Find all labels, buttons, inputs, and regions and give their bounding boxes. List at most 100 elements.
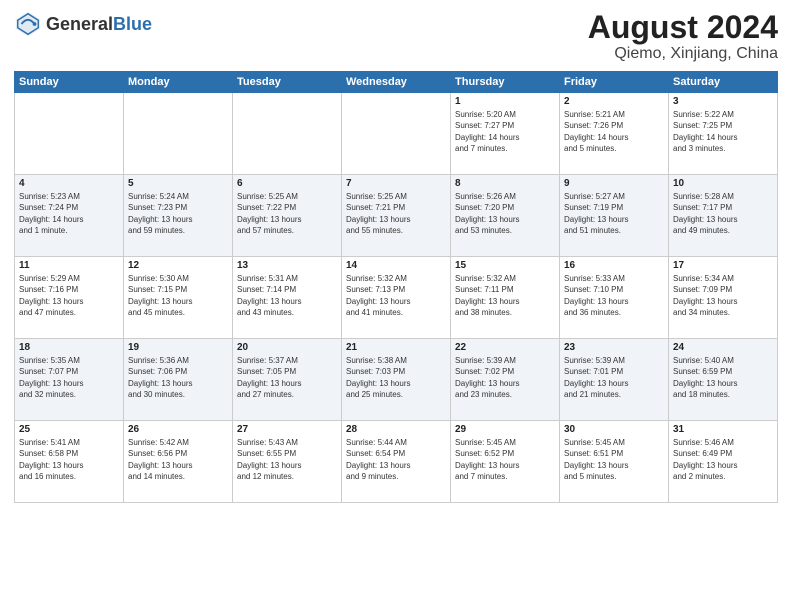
day-info: Sunrise: 5:38 AM Sunset: 7:03 PM Dayligh… [346, 355, 446, 400]
day-info: Sunrise: 5:46 AM Sunset: 6:49 PM Dayligh… [673, 437, 773, 482]
calendar-cell: 19 Sunrise: 5:36 AM Sunset: 7:06 PM Dayli… [124, 339, 233, 421]
day-number: 25 [19, 424, 119, 435]
day-number: 19 [128, 342, 228, 353]
day-number: 23 [564, 342, 664, 353]
calendar-cell: 5Sunrise: 5:24 AM Sunset: 7:23 PM Daylig… [124, 175, 233, 257]
week-row-3: 11 Sunrise: 5:29 AM Sunset: 7:16 PM Dayli… [15, 257, 778, 339]
day-number: 31 [673, 424, 773, 435]
day-info: Sunrise: 5:40 AM Sunset: 6:59 PM Dayligh… [673, 355, 773, 400]
calendar-cell: 30 Sunrise: 5:45 AM Sunset: 6:51 PM Dayli… [560, 421, 669, 503]
calendar-cell: 31 Sunrise: 5:46 AM Sunset: 6:49 PM Dayli… [669, 421, 778, 503]
day-info: Sunrise: 5:39 AM Sunset: 7:01 PM Dayligh… [564, 355, 664, 400]
day-info: Sunrise: 5:41 AM Sunset: 6:58 PM Dayligh… [19, 437, 119, 482]
calendar-cell: 15Sunrise: 5:32 AM Sunset: 7:11 PM Dayli… [451, 257, 560, 339]
day-number: 14 [346, 260, 446, 271]
calendar-cell: 18 Sunrise: 5:35 AM Sunset: 7:07 PM Dayli… [15, 339, 124, 421]
col-friday: Friday [560, 72, 669, 93]
week-row-2: 4 Sunrise: 5:23 AM Sunset: 7:24 PM Daylig… [15, 175, 778, 257]
week-row-1: 1Sunrise: 5:20 AM Sunset: 7:27 PM Daylig… [15, 93, 778, 175]
day-info: Sunrise: 5:33 AM Sunset: 7:10 PM Dayligh… [564, 273, 664, 318]
calendar-cell [342, 93, 451, 175]
logo-icon [14, 10, 42, 38]
week-row-5: 25 Sunrise: 5:41 AM Sunset: 6:58 PM Dayli… [15, 421, 778, 503]
day-info: Sunrise: 5:45 AM Sunset: 6:51 PM Dayligh… [564, 437, 664, 482]
day-number: 1 [455, 96, 555, 107]
calendar-cell: 24 Sunrise: 5:40 AM Sunset: 6:59 PM Dayli… [669, 339, 778, 421]
calendar-cell: 14 Sunrise: 5:32 AM Sunset: 7:13 PM Dayli… [342, 257, 451, 339]
day-info: Sunrise: 5:28 AM Sunset: 7:17 PM Dayligh… [673, 191, 773, 236]
day-number: 22 [455, 342, 555, 353]
day-info: Sunrise: 5:23 AM Sunset: 7:24 PM Dayligh… [19, 191, 119, 236]
day-info: Sunrise: 5:22 AM Sunset: 7:25 PM Dayligh… [673, 109, 773, 154]
header-row: Sunday Monday Tuesday Wednesday Thursday… [15, 72, 778, 93]
col-tuesday: Tuesday [233, 72, 342, 93]
calendar-cell: 3 Sunrise: 5:22 AM Sunset: 7:25 PM Daylig… [669, 93, 778, 175]
col-thursday: Thursday [451, 72, 560, 93]
calendar-cell: 1Sunrise: 5:20 AM Sunset: 7:27 PM Daylig… [451, 93, 560, 175]
day-number: 4 [19, 178, 119, 189]
day-info: Sunrise: 5:43 AM Sunset: 6:55 PM Dayligh… [237, 437, 337, 482]
logo-blue: Blue [113, 14, 152, 34]
calendar-cell: 23 Sunrise: 5:39 AM Sunset: 7:01 PM Dayli… [560, 339, 669, 421]
title-block: August 2024 Qiemo, Xinjiang, China [588, 10, 778, 63]
day-info: Sunrise: 5:45 AM Sunset: 6:52 PM Dayligh… [455, 437, 555, 482]
day-info: Sunrise: 5:44 AM Sunset: 6:54 PM Dayligh… [346, 437, 446, 482]
day-info: Sunrise: 5:37 AM Sunset: 7:05 PM Dayligh… [237, 355, 337, 400]
calendar-table: Sunday Monday Tuesday Wednesday Thursday… [14, 71, 778, 503]
day-number: 27 [237, 424, 337, 435]
calendar-cell: 2 Sunrise: 5:21 AM Sunset: 7:26 PM Daylig… [560, 93, 669, 175]
calendar-cell: 12 Sunrise: 5:30 AM Sunset: 7:15 PM Dayli… [124, 257, 233, 339]
week-row-4: 18 Sunrise: 5:35 AM Sunset: 7:07 PM Dayli… [15, 339, 778, 421]
calendar-cell: 22Sunrise: 5:39 AM Sunset: 7:02 PM Dayli… [451, 339, 560, 421]
calendar-cell: 9 Sunrise: 5:27 AM Sunset: 7:19 PM Daylig… [560, 175, 669, 257]
col-wednesday: Wednesday [342, 72, 451, 93]
day-info: Sunrise: 5:31 AM Sunset: 7:14 PM Dayligh… [237, 273, 337, 318]
day-number: 9 [564, 178, 664, 189]
day-number: 10 [673, 178, 773, 189]
calendar-cell: 27 Sunrise: 5:43 AM Sunset: 6:55 PM Dayli… [233, 421, 342, 503]
logo-general: General [46, 14, 113, 34]
day-info: Sunrise: 5:36 AM Sunset: 7:06 PM Dayligh… [128, 355, 228, 400]
day-info: Sunrise: 5:21 AM Sunset: 7:26 PM Dayligh… [564, 109, 664, 154]
page: GeneralBlue August 2024 Qiemo, Xinjiang,… [0, 0, 792, 612]
calendar-cell [124, 93, 233, 175]
day-info: Sunrise: 5:42 AM Sunset: 6:56 PM Dayligh… [128, 437, 228, 482]
calendar-cell [15, 93, 124, 175]
day-number: 30 [564, 424, 664, 435]
day-number: 29 [455, 424, 555, 435]
calendar-cell: 8 Sunrise: 5:26 AM Sunset: 7:20 PM Daylig… [451, 175, 560, 257]
day-number: 26 [128, 424, 228, 435]
page-subtitle: Qiemo, Xinjiang, China [588, 45, 778, 63]
col-sunday: Sunday [15, 72, 124, 93]
calendar-cell: 21 Sunrise: 5:38 AM Sunset: 7:03 PM Dayli… [342, 339, 451, 421]
logo: GeneralBlue [14, 10, 152, 38]
day-number: 21 [346, 342, 446, 353]
day-number: 7 [346, 178, 446, 189]
col-monday: Monday [124, 72, 233, 93]
day-info: Sunrise: 5:34 AM Sunset: 7:09 PM Dayligh… [673, 273, 773, 318]
day-number: 3 [673, 96, 773, 107]
day-number: 20 [237, 342, 337, 353]
day-info: Sunrise: 5:32 AM Sunset: 7:13 PM Dayligh… [346, 273, 446, 318]
day-info: Sunrise: 5:26 AM Sunset: 7:20 PM Dayligh… [455, 191, 555, 236]
calendar-cell: 29 Sunrise: 5:45 AM Sunset: 6:52 PM Dayli… [451, 421, 560, 503]
calendar-cell: 6 Sunrise: 5:25 AM Sunset: 7:22 PM Daylig… [233, 175, 342, 257]
day-info: Sunrise: 5:25 AM Sunset: 7:21 PM Dayligh… [346, 191, 446, 236]
day-number: 16 [564, 260, 664, 271]
calendar-cell: 10 Sunrise: 5:28 AM Sunset: 7:17 PM Dayli… [669, 175, 778, 257]
calendar-cell: 13Sunrise: 5:31 AM Sunset: 7:14 PM Dayli… [233, 257, 342, 339]
day-info: Sunrise: 5:25 AM Sunset: 7:22 PM Dayligh… [237, 191, 337, 236]
day-info: Sunrise: 5:35 AM Sunset: 7:07 PM Dayligh… [19, 355, 119, 400]
day-number: 2 [564, 96, 664, 107]
day-info: Sunrise: 5:27 AM Sunset: 7:19 PM Dayligh… [564, 191, 664, 236]
day-number: 12 [128, 260, 228, 271]
col-saturday: Saturday [669, 72, 778, 93]
day-number: 11 [19, 260, 119, 271]
day-info: Sunrise: 5:30 AM Sunset: 7:15 PM Dayligh… [128, 273, 228, 318]
day-number: 18 [19, 342, 119, 353]
day-info: Sunrise: 5:29 AM Sunset: 7:16 PM Dayligh… [19, 273, 119, 318]
calendar-cell: 28Sunrise: 5:44 AM Sunset: 6:54 PM Dayli… [342, 421, 451, 503]
day-number: 8 [455, 178, 555, 189]
day-number: 24 [673, 342, 773, 353]
day-number: 6 [237, 178, 337, 189]
